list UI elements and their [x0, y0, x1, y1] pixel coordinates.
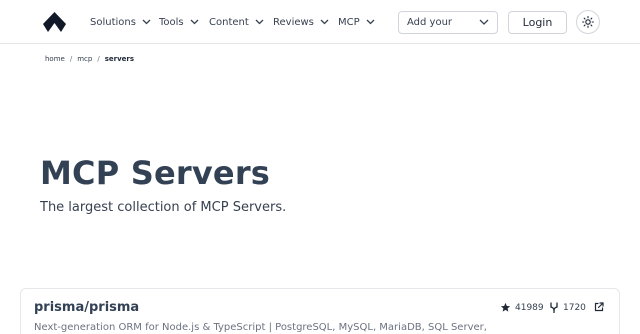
server-name[interactable]: prisma/prisma	[34, 300, 139, 315]
stars-count: 41989	[515, 302, 544, 313]
chevron-down-icon	[255, 19, 264, 25]
add-your-select-value: Add your	[407, 17, 453, 28]
chevron-down-icon	[142, 19, 151, 25]
external-link-icon[interactable]	[594, 302, 604, 312]
chevron-down-icon	[479, 19, 489, 26]
breadcrumb: home / mcp / servers	[45, 55, 134, 63]
theme-toggle-button[interactable]	[576, 10, 600, 34]
forks-count: 1720	[563, 302, 586, 313]
page-subtitle: The largest collection of MCP Servers.	[40, 200, 287, 215]
nav-reviews[interactable]: Reviews	[273, 0, 329, 44]
login-button[interactable]: Login	[508, 11, 567, 34]
nav-tools[interactable]: Tools	[159, 0, 199, 44]
chevron-down-icon	[320, 19, 329, 25]
nav-tools-label: Tools	[159, 16, 184, 28]
logo-icon[interactable]	[43, 12, 66, 32]
page-title: MCP Servers	[40, 154, 271, 192]
server-description: Next-generation ORM for Node.js & TypeSc…	[34, 322, 487, 333]
breadcrumb-separator: /	[97, 55, 100, 63]
sun-icon	[582, 16, 594, 28]
nav-solutions[interactable]: Solutions	[90, 0, 151, 44]
login-button-label: Login	[522, 16, 553, 29]
fork-icon	[550, 302, 558, 313]
star-icon	[500, 302, 511, 312]
top-navbar: Solutions Tools Content Reviews MCP Add …	[0, 0, 640, 44]
chevron-down-icon	[366, 19, 375, 25]
server-card[interactable]: prisma/prisma 41989 1720 Next-generation…	[20, 288, 620, 334]
chevron-down-icon	[190, 19, 199, 25]
breadcrumb-mcp[interactable]: mcp	[77, 55, 92, 63]
nav-content-label: Content	[209, 16, 249, 28]
nav-mcp-label: MCP	[338, 16, 360, 28]
add-your-select[interactable]: Add your	[398, 11, 498, 34]
nav-content[interactable]: Content	[209, 0, 264, 44]
breadcrumb-home[interactable]: home	[45, 55, 65, 63]
forks-stat: 1720	[549, 302, 586, 313]
nav-reviews-label: Reviews	[273, 16, 314, 28]
breadcrumb-servers: servers	[104, 55, 134, 63]
stars-stat: 41989	[500, 302, 544, 313]
breadcrumb-separator: /	[69, 55, 73, 63]
nav-mcp[interactable]: MCP	[338, 0, 375, 44]
nav-solutions-label: Solutions	[90, 16, 136, 28]
